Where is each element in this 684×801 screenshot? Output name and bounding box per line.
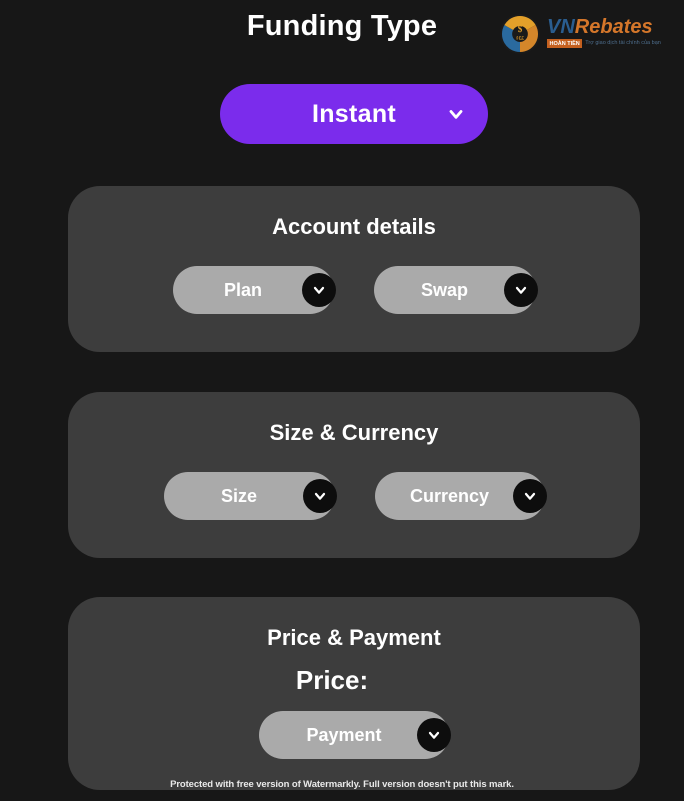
logo-text: VNRebates HOÀN TIỀN Trợ giao dịch tài ch… (547, 16, 661, 48)
card-title: Size & Currency (269, 420, 439, 445)
currency-dropdown[interactable]: Currency (374, 472, 547, 520)
currency-dropdown-label: Currency (409, 486, 490, 506)
logo-mark-icon: $ ₫€£ (500, 14, 540, 54)
chevron-down-icon (301, 273, 336, 307)
logo-tagline: Trợ giao dịch tài chính của bạn (585, 40, 661, 46)
chevron-down-icon (512, 479, 547, 513)
vnrebates-logo: $ ₫€£ VNRebates HOÀN TIỀN Trợ giao dịch … (499, 12, 661, 56)
chevron-down-icon (417, 718, 451, 752)
logo-wordmark-suffix: Rebates (574, 16, 653, 38)
funding-type-dropdown[interactable]: Instant (220, 84, 488, 144)
card-title: Account details (272, 214, 436, 239)
control-row: Payment (68, 711, 640, 759)
logo-wordmark-prefix: VN (547, 16, 575, 38)
chevron-down-icon (449, 110, 463, 119)
logo-subtitle: HOÀN TIỀN Trợ giao dịch tài chính của bạ… (547, 39, 661, 48)
logo-wordmark: VNRebates (547, 16, 657, 38)
logo-badge: HOÀN TIỀN (547, 39, 583, 48)
size-dropdown[interactable]: Size (163, 472, 337, 520)
payment-dropdown[interactable]: Payment (259, 711, 451, 759)
page-header: Funding Type $ ₫€£ VNRebates HOÀN TIỀN T… (0, 0, 684, 66)
swap-dropdown[interactable]: Swap (373, 266, 538, 314)
plan-dropdown-label: Plan (223, 280, 262, 300)
payment-dropdown-label: Payment (306, 725, 382, 745)
card-account-details: Account details Plan Swap (68, 186, 640, 352)
control-row: Size Currency (68, 472, 640, 520)
svg-text:$: $ (518, 24, 523, 34)
card-title: Price & Payment (267, 625, 441, 650)
chevron-down-icon (302, 479, 337, 513)
control-row: Plan Swap (68, 266, 640, 314)
card-size-currency: Size & Currency Size Currency (68, 392, 640, 558)
watermark-notice: Protected with free version of Watermark… (170, 779, 514, 790)
size-dropdown-label: Size (220, 486, 258, 506)
price-label: Price: (295, 665, 369, 695)
svg-text:₫€£: ₫€£ (516, 36, 524, 42)
card-price-payment: Price & Payment Price: Payment (68, 597, 640, 790)
plan-dropdown[interactable]: Plan (172, 266, 336, 314)
swap-dropdown-label: Swap (420, 280, 468, 300)
funding-type-page: Funding Type $ ₫€£ VNRebates HOÀN TIỀN T… (0, 0, 684, 801)
chevron-down-icon (503, 273, 538, 307)
